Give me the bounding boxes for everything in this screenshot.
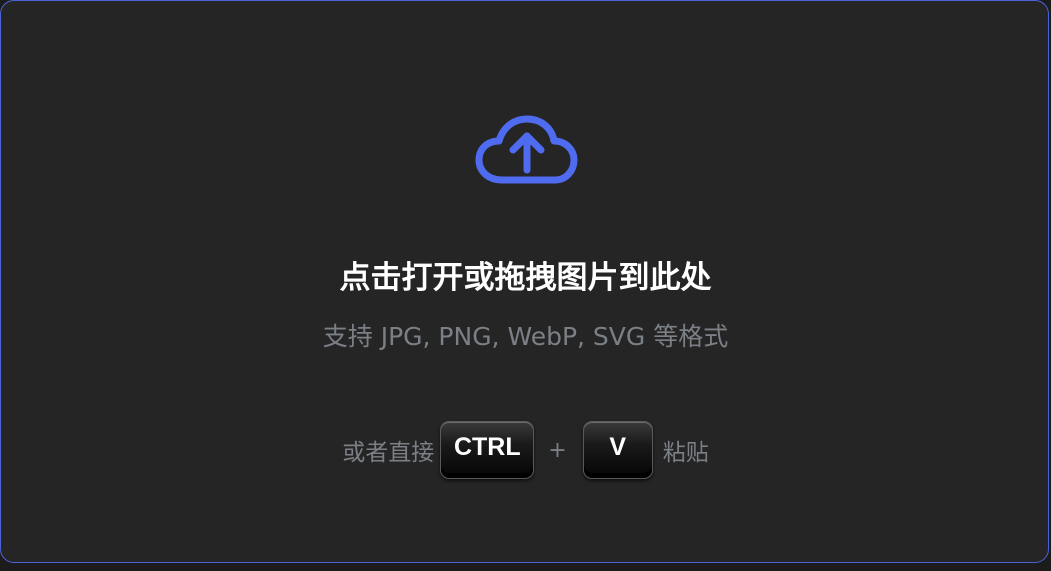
- image-dropzone[interactable]: 点击打开或拖拽图片到此处 支持 JPG, PNG, WebP, SVG 等格式 …: [0, 0, 1049, 563]
- v-key: V: [582, 421, 653, 479]
- paste-hint-prefix: 或者直接: [342, 440, 435, 466]
- supported-formats-text: 支持 JPG, PNG, WebP, SVG 等格式: [322, 322, 729, 351]
- dropzone-title: 点击打开或拖拽图片到此处: [339, 260, 712, 296]
- paste-hint: 或者直接 CTRL + V 粘贴: [1, 419, 1050, 481]
- plus-separator: +: [548, 437, 567, 463]
- paste-hint-suffix: 粘贴: [662, 440, 709, 466]
- cloud-upload-icon: [475, 113, 579, 189]
- ctrl-key: CTRL: [440, 421, 535, 479]
